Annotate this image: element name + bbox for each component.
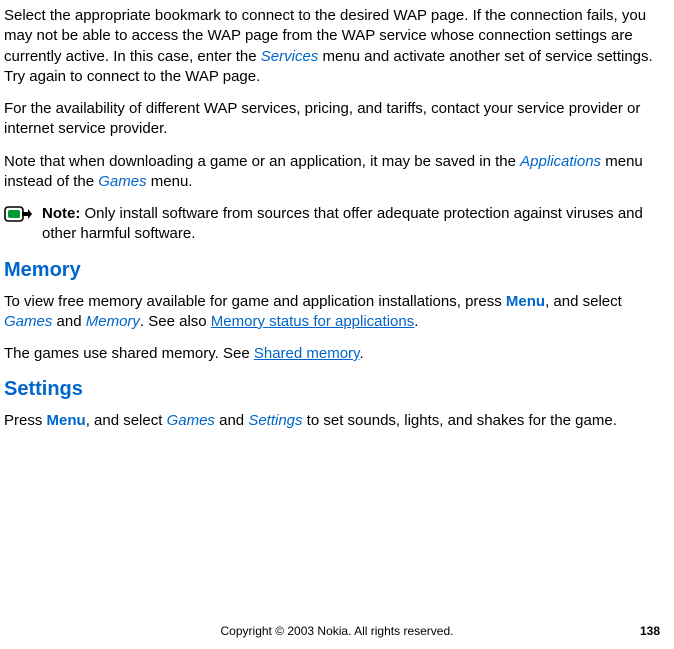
text: to set sounds, lights, and shakes for th… [303, 412, 617, 429]
paragraph-settings: Press Menu, and select Games and Setting… [4, 411, 662, 431]
text: , and select [86, 412, 167, 429]
text: , and select [545, 293, 622, 310]
text: . [359, 345, 363, 362]
text: and [52, 313, 85, 330]
memory-ref: Memory [86, 313, 140, 330]
paragraph-memory: To view free memory available for game a… [4, 292, 662, 333]
heading-settings: Settings [4, 376, 662, 403]
menu-ref: Menu [506, 293, 545, 310]
paragraph-availability: For the availability of different WAP se… [4, 99, 662, 140]
text: Note that when downloading a game or an … [4, 153, 520, 170]
text: Press [4, 412, 47, 429]
games-menu-ref: Games [98, 173, 146, 190]
menu-ref: Menu [47, 412, 86, 429]
paragraph-wap-bookmark: Select the appropriate bookmark to conne… [4, 6, 662, 87]
settings-ref: Settings [248, 412, 302, 429]
note-icon [4, 206, 32, 228]
paragraph-download-note: Note that when downloading a game or an … [4, 152, 662, 193]
text: and [215, 412, 248, 429]
text: To view free memory available for game a… [4, 293, 506, 310]
applications-menu-ref: Applications [520, 153, 601, 170]
text: The games use shared memory. See [4, 345, 254, 362]
heading-memory: Memory [4, 257, 662, 284]
games-ref: Games [4, 313, 52, 330]
shared-memory-link[interactable]: Shared memory [254, 345, 360, 362]
page-number: 138 [640, 623, 660, 639]
note-label: Note: [42, 205, 80, 222]
services-menu-ref: Services [261, 48, 319, 65]
memory-status-link[interactable]: Memory status for applications [211, 313, 414, 330]
games-ref: Games [167, 412, 215, 429]
copyright-footer: Copyright © 2003 Nokia. All rights reser… [0, 623, 674, 639]
text: For the availability of different WAP se… [4, 100, 640, 137]
text: menu. [147, 173, 193, 190]
note-text: Note: Only install software from sources… [42, 204, 662, 245]
text: . [414, 313, 418, 330]
text: . See also [140, 313, 211, 330]
text: Only install software from sources that … [42, 205, 643, 242]
note-block: Note: Only install software from sources… [4, 204, 662, 245]
paragraph-shared-memory: The games use shared memory. See Shared … [4, 344, 662, 364]
